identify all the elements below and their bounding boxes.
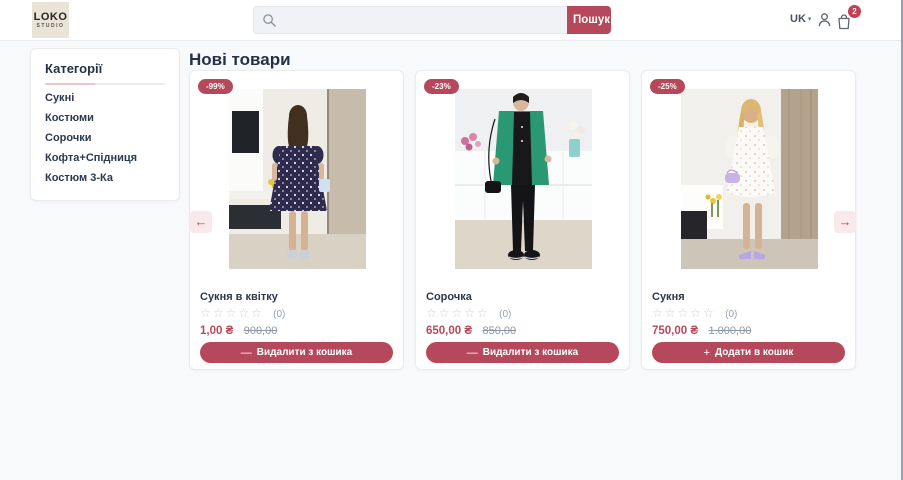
current-price: 1,00 ₴ [200, 325, 234, 337]
old-price: 1.000,00 [708, 325, 752, 337]
logo-subtext: STUDIO [36, 22, 65, 29]
product-rating: ☆☆☆☆☆ (0) [426, 306, 511, 322]
remove-from-cart-button[interactable]: — Видалити з кошика [426, 342, 619, 363]
rating-count: (0) [273, 309, 286, 320]
search-box [253, 6, 567, 34]
carousel-next-button[interactable]: → [834, 211, 856, 233]
old-price: 900,00 [243, 325, 278, 337]
product-card[interactable]: -25% Сукня ☆☆☆☆☆ (0) 750,00 ₴ 1.000,00 +… [641, 70, 856, 370]
product-rating: ☆☆☆☆☆ (0) [200, 306, 285, 322]
carousel-prev-button[interactable]: ← [190, 211, 212, 233]
chevron-down-icon: ▾ [807, 16, 812, 23]
rating-count: (0) [725, 309, 738, 320]
sidebar-divider [45, 83, 165, 85]
product-photo-green-shirt [455, 89, 592, 269]
current-price: 750,00 ₴ [652, 325, 699, 337]
sidebar-item-sorochky[interactable]: Сорочки [45, 128, 165, 148]
product-card[interactable]: -99% Сукня в квітку ☆☆☆☆☆ (0) 1,00 ₴ 900… [189, 70, 404, 370]
product-image[interactable] [681, 89, 818, 269]
rating-count: (0) [499, 309, 512, 320]
product-photo-white-dress [681, 89, 818, 269]
product-price-row: 750,00 ₴ 1.000,00 [652, 323, 751, 338]
categories-sidebar: Категорії Сукні Костюми Сорочки Кофта+Сп… [30, 48, 180, 201]
discount-badge: -99% [198, 79, 233, 94]
logo[interactable]: LOKO STUDIO [32, 2, 69, 38]
search-icon [263, 14, 276, 27]
product-image[interactable] [229, 89, 366, 269]
minus-icon: — [466, 346, 478, 359]
arrow-right-icon: → [838, 214, 852, 229]
category-list: Сукні Костюми Сорочки Кофта+Спідниця Кос… [45, 88, 165, 188]
logo-text: LOKO [33, 10, 68, 23]
language-selector[interactable]: UK ▾ [790, 13, 811, 25]
product-title[interactable]: Сукня в квітку [200, 291, 278, 303]
page-title: Нові товари [189, 50, 291, 69]
discount-badge: -25% [650, 79, 685, 94]
product-rating: ☆☆☆☆☆ (0) [652, 306, 737, 322]
button-label: Видалити з кошика [256, 347, 353, 358]
star-icons: ☆☆☆☆☆ [652, 306, 716, 320]
remove-from-cart-button[interactable]: — Видалити з кошика [200, 342, 393, 363]
sidebar-item-kostyum-3ka[interactable]: Костюм 3-Ка [45, 168, 165, 188]
product-title[interactable]: Сукня [652, 291, 685, 303]
cart-button[interactable]: 2 [836, 5, 861, 31]
product-price-row: 1,00 ₴ 900,00 [200, 323, 277, 338]
page: LOKO STUDIO Пошук UK ▾ 2 Категорії Сукні… [0, 0, 903, 480]
user-icon[interactable] [816, 11, 833, 28]
minus-icon: — [240, 346, 252, 359]
product-title[interactable]: Сорочка [426, 291, 472, 303]
cart-count-badge: 2 [848, 5, 861, 18]
product-image[interactable] [455, 89, 592, 269]
star-icons: ☆☆☆☆☆ [200, 306, 264, 320]
search-bar: Пошук [253, 6, 611, 34]
plus-icon: + [703, 346, 711, 359]
language-label: UK [790, 13, 806, 25]
add-to-cart-button[interactable]: + Додати в кошик [652, 342, 845, 363]
header: LOKO STUDIO Пошук UK ▾ 2 [0, 0, 903, 41]
sidebar-item-kofta-spidnytsya[interactable]: Кофта+Спідниця [45, 148, 165, 168]
button-label: Видалити з кошика [482, 347, 579, 358]
star-icons: ☆☆☆☆☆ [426, 306, 490, 320]
product-card[interactable]: -23% Сорочка ☆☆☆☆☆ (0) 650,00 ₴ 850,00 —… [415, 70, 630, 370]
discount-badge: -23% [424, 79, 459, 94]
product-price-row: 650,00 ₴ 850,00 [426, 323, 516, 338]
sidebar-title: Категорії [45, 61, 103, 76]
search-input[interactable] [284, 7, 563, 33]
sidebar-item-sukni[interactable]: Сукні [45, 88, 165, 108]
product-photo-dress-polka [229, 89, 366, 269]
arrow-left-icon: ← [194, 214, 208, 229]
sidebar-item-kostyumy[interactable]: Костюми [45, 108, 165, 128]
current-price: 650,00 ₴ [426, 325, 473, 337]
search-button[interactable]: Пошук [567, 6, 611, 34]
old-price: 850,00 [482, 325, 517, 337]
button-label: Додати в кошик [715, 347, 794, 358]
